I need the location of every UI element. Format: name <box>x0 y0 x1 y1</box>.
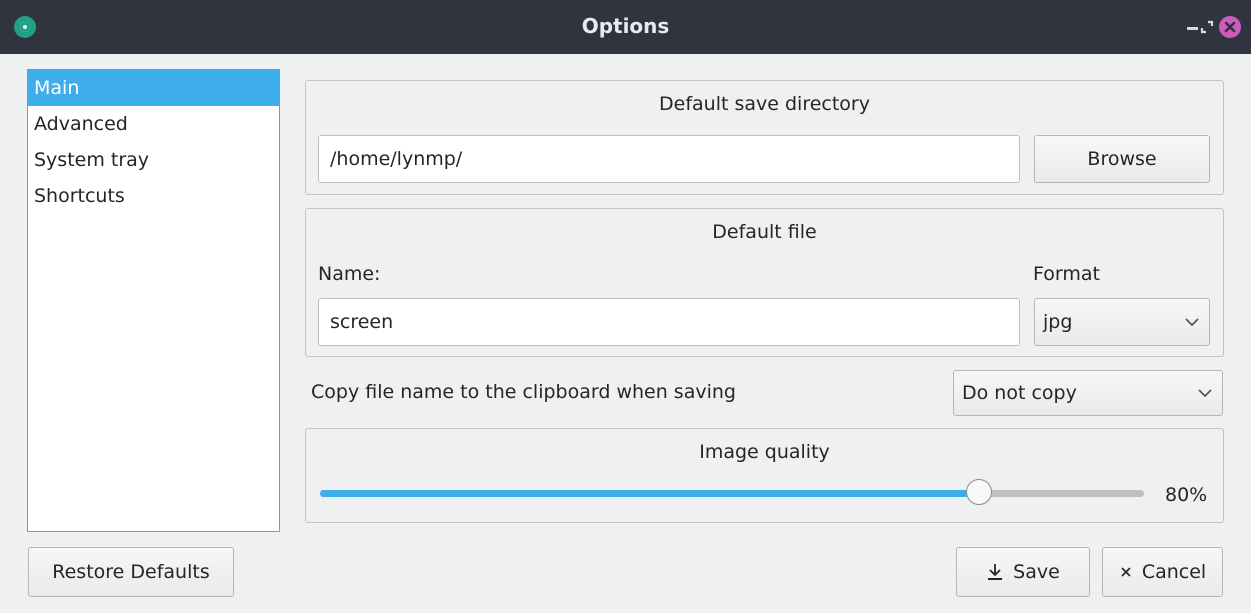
image-quality-group: Image quality <box>305 428 1224 523</box>
sidebar-item-shortcuts[interactable]: Shortcuts <box>28 178 279 214</box>
clipboard-select-value: Do not copy <box>962 382 1077 404</box>
slider-fill <box>320 490 980 497</box>
sidebar-item-main[interactable]: Main <box>28 70 279 106</box>
save-directory-value: /home/lynmp/ <box>330 148 463 170</box>
chevron-down-icon <box>1198 389 1212 398</box>
close-icon[interactable] <box>1219 16 1241 38</box>
clipboard-select[interactable]: Do not copy <box>953 370 1223 416</box>
image-quality-slider[interactable] <box>320 479 1144 505</box>
format-select[interactable]: jpg <box>1034 298 1210 346</box>
options-category-list[interactable]: Main Advanced System tray Shortcuts <box>27 69 280 532</box>
restore-defaults-label: Restore Defaults <box>52 561 210 583</box>
format-label: Format <box>1033 263 1100 285</box>
save-directory-input[interactable]: /home/lynmp/ <box>318 135 1020 183</box>
cancel-button-label: Cancel <box>1141 561 1207 583</box>
save-directory-title: Default save directory <box>659 93 870 115</box>
browse-button-label: Browse <box>1087 148 1157 170</box>
window-title: Options <box>581 14 670 38</box>
sidebar-item-system-tray[interactable]: System tray <box>28 142 279 178</box>
clipboard-label: Copy file name to the clipboard when sav… <box>311 381 736 403</box>
format-select-value: jpg <box>1043 311 1073 333</box>
restore-defaults-button[interactable]: Restore Defaults <box>28 547 234 597</box>
file-name-input[interactable]: screen <box>318 298 1020 346</box>
browse-button[interactable]: Browse <box>1034 135 1210 183</box>
file-name-value: screen <box>330 311 394 333</box>
image-quality-title: Image quality <box>699 441 830 463</box>
close-x-icon <box>1121 567 1131 577</box>
chevron-down-icon <box>1185 318 1199 327</box>
download-icon <box>988 564 1003 580</box>
sidebar-item-advanced[interactable]: Advanced <box>28 106 279 142</box>
window-titlebar[interactable]: Options <box>0 0 1251 54</box>
slider-handle[interactable] <box>966 479 993 505</box>
save-button-label: Save <box>1013 561 1060 583</box>
save-button[interactable]: Save <box>956 547 1090 597</box>
default-file-title: Default file <box>712 221 817 243</box>
file-name-label: Name: <box>318 263 381 285</box>
image-quality-value: 80% <box>1165 484 1208 506</box>
maximize-icon[interactable] <box>1196 16 1218 38</box>
cancel-button[interactable]: Cancel <box>1102 547 1223 597</box>
